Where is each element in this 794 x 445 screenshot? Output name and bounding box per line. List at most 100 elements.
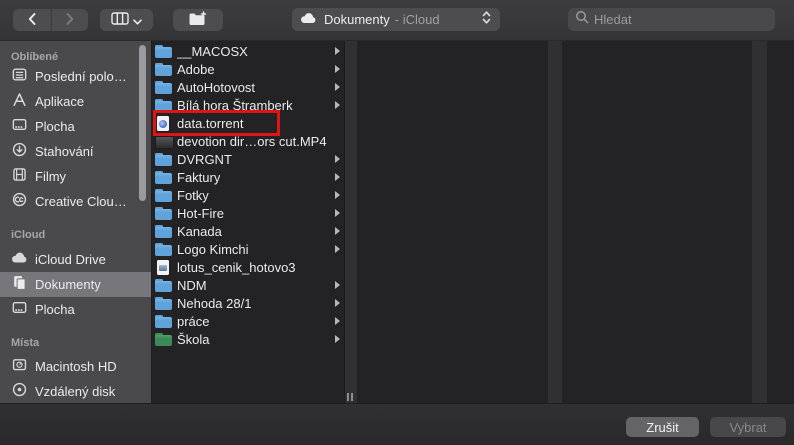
chevron-right-icon	[65, 12, 75, 29]
sidebar-item-recents[interactable]: Poslední polo…	[0, 64, 151, 89]
chevron-right-icon	[335, 227, 340, 235]
sidebar-item-remote-disc[interactable]: Vzdálený disk	[0, 379, 151, 403]
cancel-button[interactable]: Zrušit	[626, 417, 699, 437]
folder-icon	[155, 169, 172, 186]
chevron-right-icon	[335, 65, 340, 73]
chevron-right-icon	[335, 101, 340, 109]
file-row[interactable]: NDM	[152, 276, 344, 294]
sidebar-item-creative-cloud[interactable]: Creative Clou…	[0, 189, 151, 214]
folder-icon	[155, 277, 172, 294]
downloads-icon	[11, 141, 28, 163]
torrent-file-icon	[155, 115, 172, 132]
file-row[interactable]: AutoHotovost	[152, 78, 344, 96]
file-picker-dialog: Dokumenty - iCloud Oblíbené Poslední pol…	[0, 0, 794, 445]
sidebar-item-movies[interactable]: Filmy	[0, 164, 151, 189]
sidebar-item-icloud-drive[interactable]: iCloud Drive	[0, 247, 151, 272]
chevron-right-icon	[335, 155, 340, 163]
file-row[interactable]: Kanada	[152, 222, 344, 240]
file-row[interactable]: Logo Kimchi	[152, 240, 344, 258]
file-row[interactable]: Hot-Fire	[152, 204, 344, 222]
location-primary: Dokumenty	[324, 12, 390, 27]
chevron-right-icon	[335, 173, 340, 181]
sidebar-item-documents[interactable]: Dokumenty	[0, 272, 151, 297]
view-mode-button[interactable]	[100, 9, 153, 31]
green-folder-icon	[155, 331, 172, 348]
location-dropdown[interactable]: Dokumenty - iCloud	[292, 8, 500, 31]
file-row[interactable]: Fotky	[152, 186, 344, 204]
sidebar-item-label: Plocha	[35, 302, 75, 317]
chevron-down-icon	[133, 13, 142, 28]
creative-cloud-icon	[11, 191, 28, 213]
file-row[interactable]: __MACOSX	[152, 42, 344, 60]
sidebar-item-macintosh-hd[interactable]: Macintosh HD	[0, 354, 151, 379]
column-browser: __MACOSX Adobe AutoHotovost Bílá hora Št…	[152, 41, 794, 403]
sidebar-section-locations: Místa	[0, 336, 151, 350]
folder-icon	[155, 223, 172, 240]
sidebar-item-label: Filmy	[35, 169, 66, 184]
file-row[interactable]: Škola	[152, 330, 344, 348]
sidebar-scrollbar[interactable]	[139, 45, 146, 201]
file-row[interactable]: lotus_cenik_hotovo3	[152, 258, 344, 276]
chevron-right-icon	[335, 83, 340, 91]
chevron-right-icon	[335, 299, 340, 307]
file-row[interactable]: Adobe	[152, 60, 344, 78]
cloud-icon	[300, 11, 317, 29]
desktop-icon	[11, 116, 28, 138]
file-row-data-torrent[interactable]: data.torrent	[152, 114, 344, 132]
folder-icon	[155, 97, 172, 114]
column-divider	[548, 41, 562, 403]
sidebar-item-downloads[interactable]: Stahování	[0, 139, 151, 164]
icloud-drive-icon	[11, 251, 28, 269]
document-file-icon	[155, 259, 172, 276]
sidebar-item-label: Creative Clou…	[35, 194, 127, 209]
chevron-right-icon	[335, 191, 340, 199]
folder-icon	[155, 187, 172, 204]
file-row[interactable]: práce	[152, 312, 344, 330]
chevron-right-icon	[335, 209, 340, 217]
folder-icon	[155, 241, 172, 258]
folder-icon	[155, 43, 172, 60]
search-input[interactable]	[594, 12, 770, 27]
desktop-icon	[11, 299, 28, 321]
sidebar-item-label: Poslední polo…	[35, 69, 127, 84]
file-row[interactable]: Bílá hora Štramberk	[152, 96, 344, 114]
file-row[interactable]: Faktury	[152, 168, 344, 186]
toolbar: Dokumenty - iCloud	[0, 0, 794, 41]
sidebar-item-applications[interactable]: Aplikace	[0, 89, 151, 114]
column-resize-handle[interactable]	[347, 393, 355, 401]
video-file-icon	[155, 133, 172, 150]
file-list: __MACOSX Adobe AutoHotovost Bílá hora Št…	[152, 42, 344, 348]
location-secondary: - iCloud	[395, 12, 440, 27]
forward-button[interactable]	[52, 9, 88, 31]
columns-view-icon	[111, 12, 129, 28]
folder-icon	[155, 79, 172, 96]
search-icon	[575, 10, 589, 29]
sidebar-item-desktop[interactable]: Plocha	[0, 114, 151, 139]
folder-icon	[155, 295, 172, 312]
search-field[interactable]	[568, 8, 775, 31]
sidebar-item-desktop-icloud[interactable]: Plocha	[0, 297, 151, 322]
sidebar: Oblíbené Poslední polo… Aplikace Plocha …	[0, 41, 152, 403]
sidebar-section-favorites: Oblíbené	[0, 50, 151, 64]
back-button[interactable]	[13, 9, 51, 31]
folder-icon	[155, 205, 172, 222]
macintosh-hd-icon	[11, 356, 28, 378]
chevron-right-icon	[335, 47, 340, 55]
sidebar-item-label: Vzdálený disk	[35, 384, 115, 399]
column-divider	[344, 41, 357, 403]
sidebar-item-label: Dokumenty	[35, 277, 101, 292]
chevron-right-icon	[335, 317, 340, 325]
sidebar-item-label: Stahování	[35, 144, 94, 159]
chevron-left-icon	[27, 12, 37, 29]
file-row[interactable]: DVRGNT	[152, 150, 344, 168]
column-divider	[752, 41, 767, 403]
documents-icon	[11, 274, 28, 296]
chevron-right-icon	[335, 245, 340, 253]
file-row[interactable]: Nehoda 28/1	[152, 294, 344, 312]
file-row[interactable]: devotion dir…ors cut.MP4	[152, 132, 344, 150]
folder-icon	[155, 61, 172, 78]
footer-bar: Zrušit Vybrat	[0, 403, 794, 445]
applications-icon	[11, 91, 28, 113]
choose-button[interactable]: Vybrat	[710, 417, 786, 437]
new-folder-button[interactable]	[173, 9, 223, 31]
